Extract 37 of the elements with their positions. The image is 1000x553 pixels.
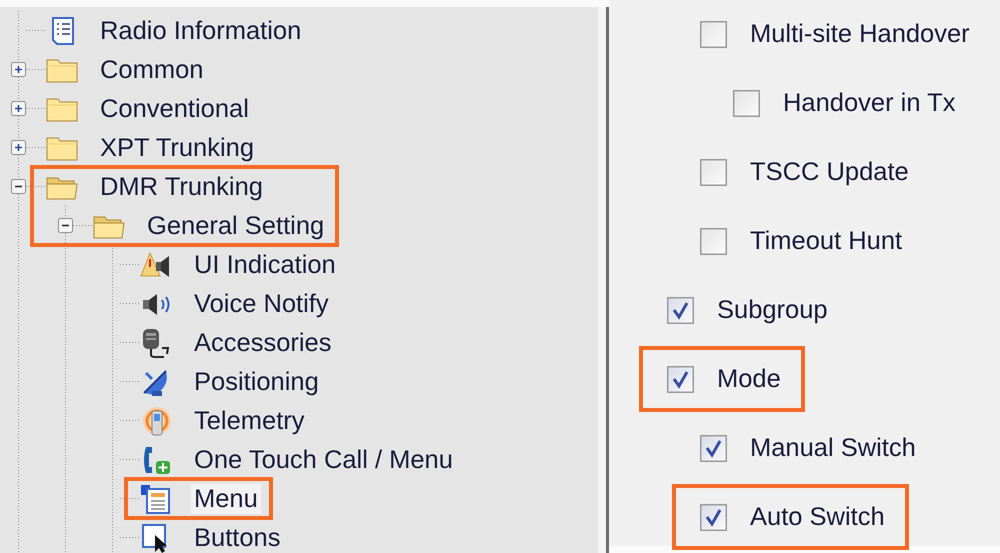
checkbox-label: Handover in Tx [783, 88, 956, 120]
checkbox[interactable] [700, 228, 727, 255]
tree-item[interactable]: General Setting [144, 210, 328, 240]
tree-item[interactable]: Radio Information [97, 16, 304, 46]
checkbox[interactable] [667, 366, 694, 393]
checkbox-label: Multi-site Handover [750, 19, 970, 50]
checkbox-label: Timeout Hunt [750, 226, 902, 258]
expand-toggle[interactable] [11, 101, 26, 116]
tree-item[interactable]: Buttons [191, 522, 284, 552]
tree-item[interactable]: Positioning [191, 366, 322, 396]
tree-item[interactable]: DMR Trunking [97, 172, 266, 202]
expand-toggle[interactable] [11, 140, 26, 155]
checkbox[interactable] [700, 504, 727, 531]
checkbox[interactable] [700, 435, 727, 462]
collapse-toggle[interactable] [58, 218, 73, 233]
tree-item[interactable]: One Touch Call / Menu [191, 444, 456, 474]
tree-item[interactable]: Accessories [191, 328, 334, 358]
checkbox[interactable] [700, 21, 727, 48]
checkbox-label: Auto Switch [750, 502, 885, 534]
checkbox-label: Mode [717, 364, 781, 396]
tree-item[interactable]: XPT Trunking [97, 132, 258, 162]
collapse-toggle[interactable] [11, 179, 26, 194]
checkbox[interactable] [700, 159, 727, 186]
phone-signal-icon [140, 406, 174, 436]
checkbox-label: Subgroup [717, 295, 828, 326]
checkbox-label: TSCC Update [750, 157, 909, 188]
expand-toggle[interactable] [11, 62, 26, 77]
checkbox[interactable] [667, 297, 694, 324]
checkbox-label: Manual Switch [750, 433, 916, 464]
tree-item[interactable]: Voice Notify [191, 288, 332, 318]
tree-item[interactable]: Common [97, 54, 206, 84]
tree-item[interactable]: UI Indication [191, 250, 339, 280]
tree-item[interactable]: Telemetry [191, 406, 308, 436]
splitter[interactable] [598, 7, 609, 553]
checkbox[interactable] [733, 90, 760, 117]
tree-item[interactable]: Conventional [97, 94, 252, 124]
tree-item[interactable]: Menu [191, 484, 261, 514]
